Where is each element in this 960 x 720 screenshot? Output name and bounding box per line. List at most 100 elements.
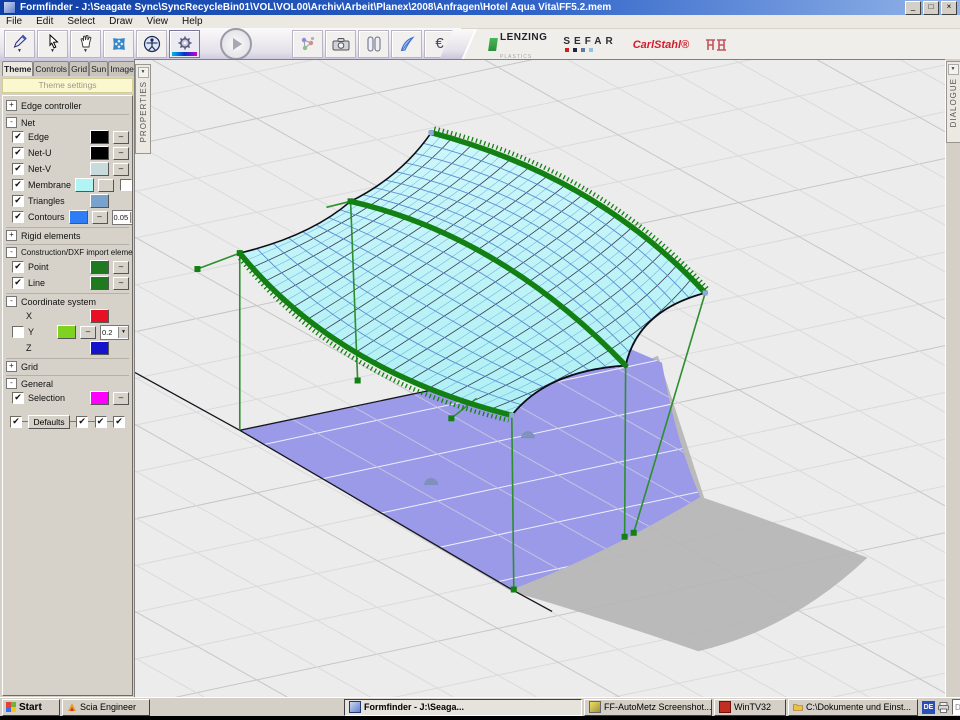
expand-icon[interactable]: + (6, 230, 17, 241)
triangles-checkbox[interactable]: ✔ (12, 195, 24, 207)
net-v-checkbox[interactable]: ✔ (12, 163, 24, 175)
selection-color-swatch[interactable] (90, 391, 109, 405)
z-color-swatch[interactable] (90, 341, 109, 355)
formfinder-man-button[interactable] (136, 30, 167, 58)
select-cursor-button[interactable]: ▼ (37, 30, 68, 58)
play-button[interactable] (220, 28, 252, 60)
y-linestyle-button[interactable]: – (80, 326, 96, 339)
y-checkbox[interactable] (12, 326, 24, 338)
menu-help[interactable]: Help (182, 16, 203, 27)
language-indicator[interactable]: DE (922, 701, 935, 714)
tab-controls[interactable]: Controls (33, 61, 69, 76)
point-color-swatch[interactable] (90, 260, 109, 274)
defaults-checkbox-2[interactable]: ✔ (76, 416, 88, 428)
section-general: -General ✔ Selection – (6, 375, 129, 406)
net-u-color-swatch[interactable] (90, 146, 109, 160)
sefar-squares-icon (565, 48, 616, 52)
hand-icon (79, 34, 93, 49)
y-color-swatch[interactable] (57, 325, 76, 339)
menu-file[interactable]: File (6, 16, 22, 27)
cursor-dropdown-arrow[interactable]: ▼ (50, 49, 55, 54)
selection-linestyle-button[interactable]: – (113, 392, 129, 405)
move-button[interactable] (103, 30, 134, 58)
menu-select[interactable]: Select (67, 16, 95, 27)
materials-button[interactable] (358, 30, 389, 58)
collapse-icon[interactable]: - (6, 296, 17, 307)
contours-linestyle-button[interactable]: – (92, 211, 108, 224)
expand-icon[interactable]: + (6, 361, 17, 372)
minimize-button[interactable]: _ (905, 1, 921, 15)
contours-checkbox[interactable]: ✔ (12, 211, 24, 223)
x-color-swatch[interactable] (90, 309, 109, 323)
pencil-dropdown-arrow[interactable]: ▼ (17, 49, 22, 54)
hand-dropdown-arrow[interactable]: ▼ (83, 49, 88, 54)
point-checkbox[interactable]: ✔ (12, 261, 24, 273)
menu-view[interactable]: View (147, 16, 169, 27)
net-v-color-swatch[interactable] (90, 162, 109, 176)
edge-color-swatch[interactable] (90, 130, 109, 144)
dropdown-arrow-icon[interactable]: ▼ (118, 327, 128, 338)
collapse-icon[interactable]: - (6, 117, 17, 128)
net-label: Net (21, 118, 35, 128)
edge-checkbox[interactable]: ✔ (12, 131, 24, 143)
tab-theme[interactable]: Theme (2, 61, 33, 76)
membrane-on-checkbox[interactable] (120, 179, 132, 191)
defaults-row: ✔ Defaults ✔ ✔ ✔ (6, 412, 129, 432)
draw-pencil-button[interactable]: ▼ (4, 30, 35, 58)
line-checkbox[interactable]: ✔ (12, 277, 24, 289)
membrane-color-swatch[interactable] (75, 178, 94, 192)
expand-icon[interactable]: + (6, 100, 17, 111)
settings-gear-button[interactable] (169, 30, 200, 58)
menu-edit[interactable]: Edit (36, 16, 53, 27)
net-v-linestyle-button[interactable]: – (113, 163, 129, 176)
membrane-scene (135, 60, 945, 697)
move-arrows-icon (110, 35, 128, 53)
task-scia-engineer[interactable]: Scia Engineer (62, 699, 150, 716)
line-linestyle-button[interactable]: – (113, 277, 129, 290)
section-grid: +Grid (6, 358, 129, 373)
task-ff-autometz[interactable]: FF-AutoMetz Screenshot... (584, 699, 712, 716)
point-linestyle-button[interactable]: – (113, 261, 129, 274)
camera-button[interactable] (325, 30, 356, 58)
collapse-arrow-icon[interactable]: ▼ (948, 64, 959, 75)
task-wintv32[interactable]: WinTV32 (714, 699, 786, 716)
line-color-swatch[interactable] (90, 276, 109, 290)
feather-button[interactable] (391, 30, 422, 58)
triangles-color-swatch[interactable] (90, 194, 109, 208)
defaults-checkbox-3[interactable]: ✔ (95, 416, 107, 428)
desktop-search-input[interactable]: Desktop durchsuchen (952, 699, 960, 715)
dropdown-arrow-icon[interactable]: ▼ (130, 212, 133, 223)
collapse-icon[interactable]: - (6, 247, 17, 258)
contours-color-swatch[interactable] (69, 210, 88, 224)
defaults-button[interactable]: Defaults (28, 415, 69, 429)
membrane-checkbox[interactable]: ✔ (12, 179, 24, 191)
selection-checkbox[interactable]: ✔ (12, 392, 24, 404)
membrane-style-button[interactable] (98, 179, 114, 192)
edge-linestyle-button[interactable]: – (113, 131, 129, 144)
collapse-icon[interactable]: - (6, 378, 17, 389)
tab-grid[interactable]: Grid (69, 61, 89, 76)
coordinate-row-x: X (6, 308, 129, 324)
collapse-arrow-icon[interactable]: ▼ (138, 67, 149, 78)
viewport-3d[interactable]: ▼ PROPERTIES (134, 59, 946, 698)
menu-draw[interactable]: Draw (109, 16, 132, 27)
close-button[interactable]: × (941, 1, 957, 15)
printer-icon[interactable] (937, 701, 950, 714)
net-u-checkbox[interactable]: ✔ (12, 147, 24, 159)
tab-sun[interactable]: Sun (89, 61, 108, 76)
restore-button[interactable]: □ (923, 1, 939, 15)
defaults-checkbox-1[interactable]: ✔ (10, 416, 22, 428)
y-dropdown[interactable]: 0.2▼ (100, 325, 129, 340)
contours-dropdown[interactable]: 0.05▼ (112, 210, 133, 225)
properties-side-tab[interactable]: ▼ PROPERTIES (135, 64, 151, 154)
molecule-icon (299, 35, 317, 53)
molecule-button[interactable] (292, 30, 323, 58)
coordinate-row-y: Y – 0.2▼ (6, 324, 129, 340)
net-u-linestyle-button[interactable]: – (113, 147, 129, 160)
task-dokumente-folder[interactable]: C:\Dokumente und Einst... (788, 699, 918, 716)
dialogue-side-tab[interactable]: ▼ DIALOGUE (946, 61, 960, 143)
start-button[interactable]: Start (2, 699, 60, 716)
task-formfinder[interactable]: Formfinder - J:\Seaga... (344, 699, 582, 716)
defaults-checkbox-4[interactable]: ✔ (113, 416, 125, 428)
pan-hand-button[interactable]: ▼ (70, 30, 101, 58)
